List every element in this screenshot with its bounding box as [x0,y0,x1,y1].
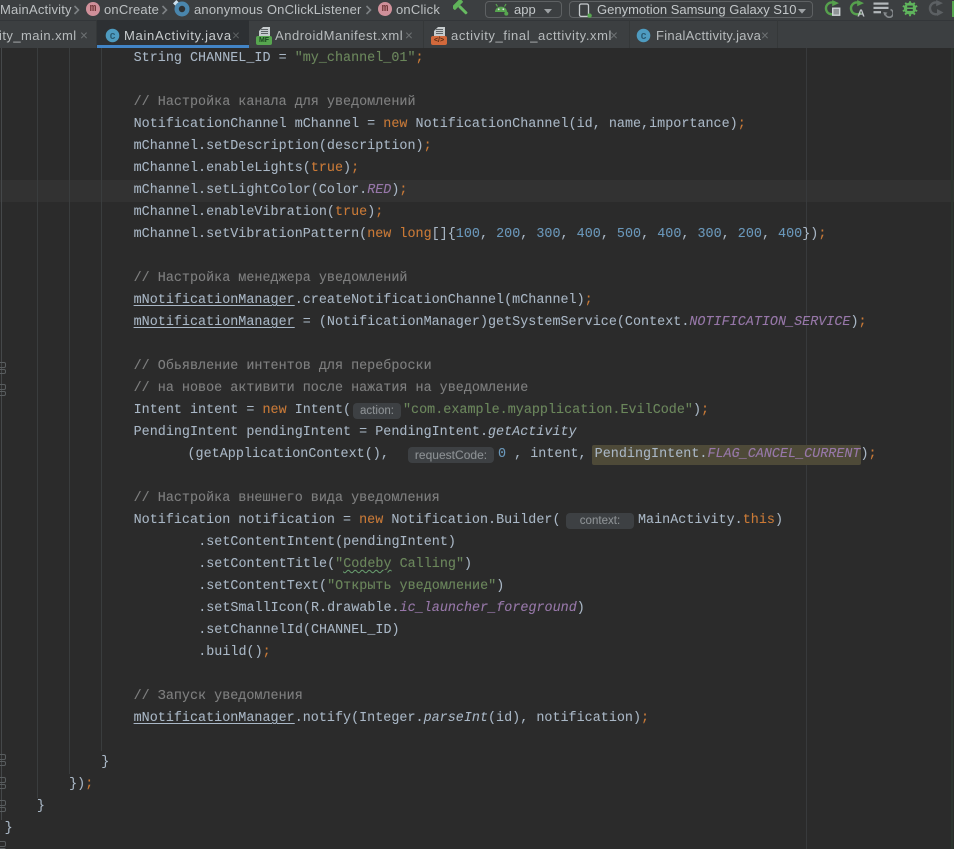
svg-text:A: A [857,8,865,19]
svg-text:C: C [641,31,647,42]
svg-text:C: C [110,31,116,42]
